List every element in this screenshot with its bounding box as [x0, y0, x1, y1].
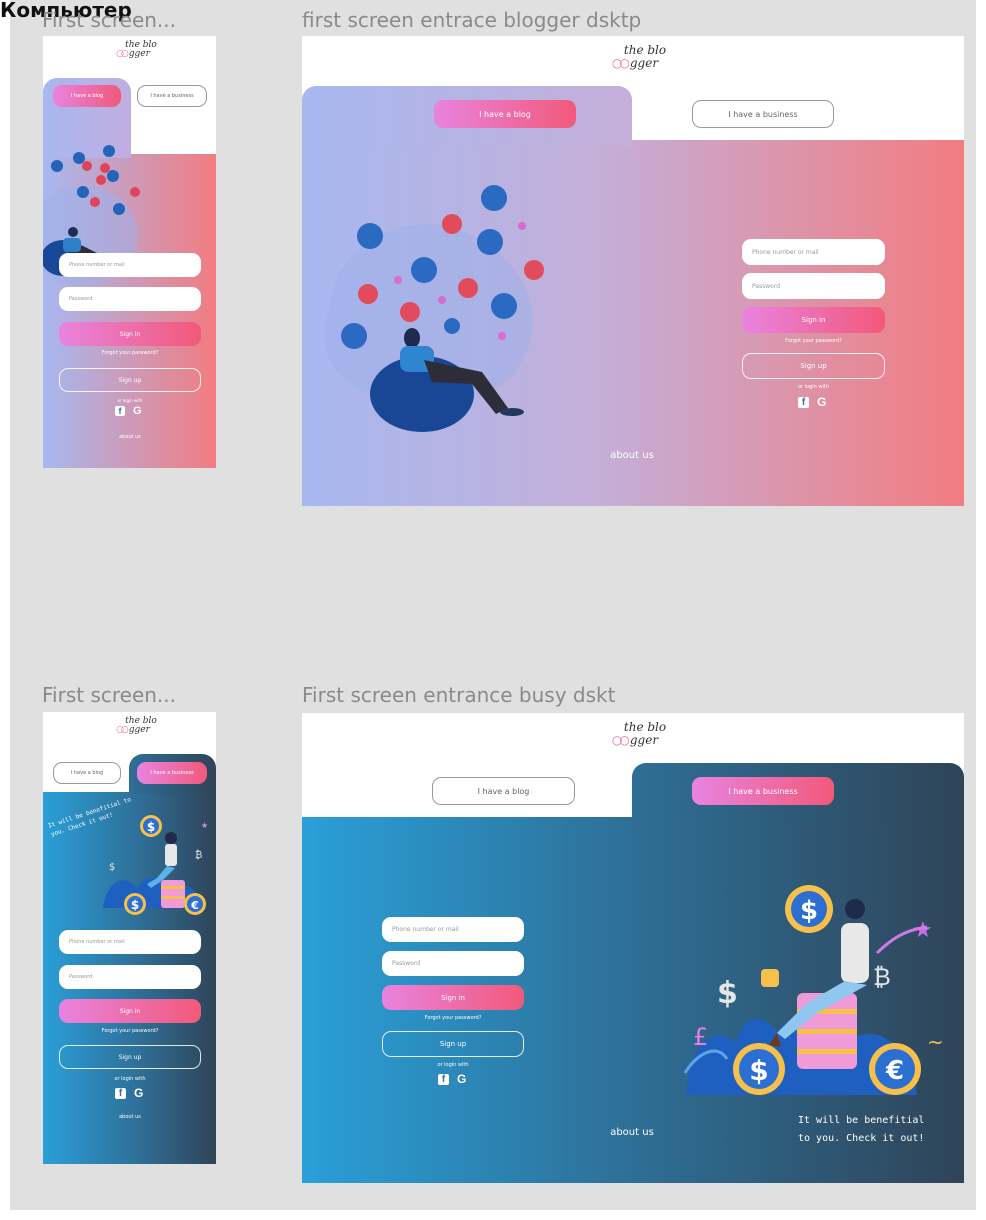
logo[interactable]: the blo ○○ gger	[103, 716, 163, 736]
logo[interactable]: the blo ○○ gger	[602, 721, 668, 746]
logo-line2: gger	[629, 55, 659, 70]
social-login: f G	[115, 1086, 143, 1100]
sign-in-button[interactable]: Sign in	[59, 999, 201, 1023]
login-with-text: or login with	[114, 1076, 146, 1082]
social-login: f G	[798, 395, 826, 409]
sign-up-button[interactable]: Sign up	[59, 1045, 201, 1069]
tagline-text: It will be benefitial to you. Check it o…	[798, 1112, 924, 1148]
forgot-password-link[interactable]: Forgot your password?	[59, 1028, 201, 1034]
social-media-illustration	[324, 185, 544, 432]
google-icon[interactable]: G	[817, 395, 826, 409]
google-icon[interactable]: G	[133, 405, 142, 417]
phone-input[interactable]: Phone number or mail	[742, 239, 885, 265]
login-with-text: or login with	[437, 1062, 469, 1068]
tab-business-button[interactable]: I have a business	[692, 777, 834, 805]
logo-line2: gger	[629, 732, 659, 747]
logo-mark-icon: ○○	[611, 732, 630, 747]
logo-line2: gger	[128, 49, 150, 60]
euro-coin-icon: €	[869, 1043, 921, 1095]
phone-input[interactable]: Phone number or mail	[59, 253, 201, 277]
tab-blog-button[interactable]: I have a blog	[432, 777, 575, 805]
dollar-coin-icon: $	[140, 815, 162, 837]
tab-business-button[interactable]: I have a business	[692, 100, 834, 128]
sign-up-button[interactable]: Sign up	[382, 1031, 524, 1057]
svg-text:$: $	[131, 898, 139, 912]
frame-label-desktop-blogger[interactable]: first screen entrace blogger dsktp	[302, 8, 722, 32]
svg-text:~: ~	[927, 1030, 944, 1054]
svg-text:₿: ₿	[873, 963, 891, 991]
frame-mobile-blogger: the blo ○○ gger I have a blog I have a bu…	[43, 36, 216, 468]
logo-line2: gger	[128, 725, 150, 736]
svg-text:$: $	[109, 862, 115, 873]
tab-business-button[interactable]: I have a business	[137, 85, 207, 107]
google-icon[interactable]: G	[134, 1086, 143, 1100]
facebook-icon[interactable]: f	[115, 406, 125, 416]
sign-up-button[interactable]: Sign up	[59, 368, 201, 392]
svg-text:$: $	[147, 820, 155, 834]
sign-up-button[interactable]: Sign up	[742, 353, 885, 379]
svg-text:★: ★	[201, 821, 208, 830]
svg-text:£: £	[693, 1023, 708, 1051]
dollar-coin-icon: $	[785, 885, 833, 933]
forgot-password-link[interactable]: Forgot your password?	[59, 350, 201, 356]
frame-label-desktop-business[interactable]: First screen entrance busy dskt	[302, 683, 722, 707]
frame-label-mobile-blogger[interactable]: First screen...	[42, 8, 212, 32]
tagline-line2: to you. Check it out!	[798, 1133, 925, 1144]
about-us-link[interactable]: about us	[582, 450, 682, 461]
frame-mobile-business: the blo ○○ gger I have a blog I have a bu…	[43, 712, 216, 1164]
social-login: f G	[115, 405, 142, 417]
sign-in-button[interactable]: Sign in	[742, 307, 885, 333]
svg-text:₿: ₿	[195, 849, 202, 861]
dollar-coin-icon: $	[733, 1043, 785, 1095]
facebook-icon[interactable]: f	[438, 1073, 449, 1085]
frame-desktop-business: the blo ○○ gger I have a blog I have a bu…	[302, 713, 964, 1183]
password-input[interactable]: Password	[59, 287, 201, 311]
forgot-password-link[interactable]: Forgot your password?	[382, 1015, 524, 1021]
logo-mark-icon: ○○	[116, 725, 129, 736]
tab-blog-button[interactable]: I have a blog	[53, 85, 121, 107]
login-with-text: or login with	[117, 398, 143, 403]
phone-input[interactable]: Phone number or mail	[59, 930, 201, 954]
login-with-text: or login with	[797, 384, 830, 390]
password-input[interactable]: Password	[59, 965, 201, 989]
about-us-link[interactable]: about us	[59, 1114, 201, 1120]
social-login: f G	[438, 1072, 466, 1086]
password-input[interactable]: Password	[742, 273, 885, 299]
frame-desktop-blogger: the blo ○○ gger I have a blog I have a bu…	[302, 36, 964, 506]
logo-mark-icon: ○○	[611, 55, 630, 70]
facebook-icon[interactable]: f	[798, 396, 809, 408]
tagline-line1: It will be benefitial	[798, 1115, 925, 1126]
tab-blog-button[interactable]: I have a blog	[434, 100, 576, 128]
sign-in-button[interactable]: Sign in	[59, 322, 201, 346]
euro-coin-icon: €	[184, 893, 206, 915]
logo[interactable]: the blo ○○ gger	[602, 44, 668, 69]
facebook-icon[interactable]: f	[115, 1087, 126, 1099]
about-us-link[interactable]: about us	[582, 1127, 682, 1138]
sign-in-button[interactable]: Sign in	[382, 985, 524, 1010]
svg-text:€: €	[190, 899, 199, 912]
logo[interactable]: the blo ○○ gger	[103, 40, 163, 60]
tab-blog-button[interactable]: I have a blog	[53, 762, 121, 784]
svg-text:$: $	[800, 896, 818, 926]
password-input[interactable]: Password	[382, 951, 524, 976]
money-illustration: $ $ € $ ₿ ★	[103, 815, 208, 915]
about-us-link[interactable]: about us	[59, 434, 201, 440]
svg-text:$: $	[749, 1054, 768, 1087]
svg-text:$: $	[717, 976, 738, 1011]
forgot-password-link[interactable]: Forgot your password?	[742, 338, 885, 344]
phone-input[interactable]: Phone number or mail	[382, 917, 524, 942]
money-illustration: $ $ € $ ₿ £ ~ ★	[683, 885, 944, 1095]
frame-label-mobile-business[interactable]: First screen...	[42, 683, 212, 707]
svg-text:€: €	[885, 1056, 904, 1086]
google-icon[interactable]: G	[457, 1072, 466, 1086]
logo-mark-icon: ○○	[116, 49, 129, 60]
tab-business-button[interactable]: I have a business	[137, 762, 207, 784]
dollar-coin-icon: $	[124, 893, 146, 915]
